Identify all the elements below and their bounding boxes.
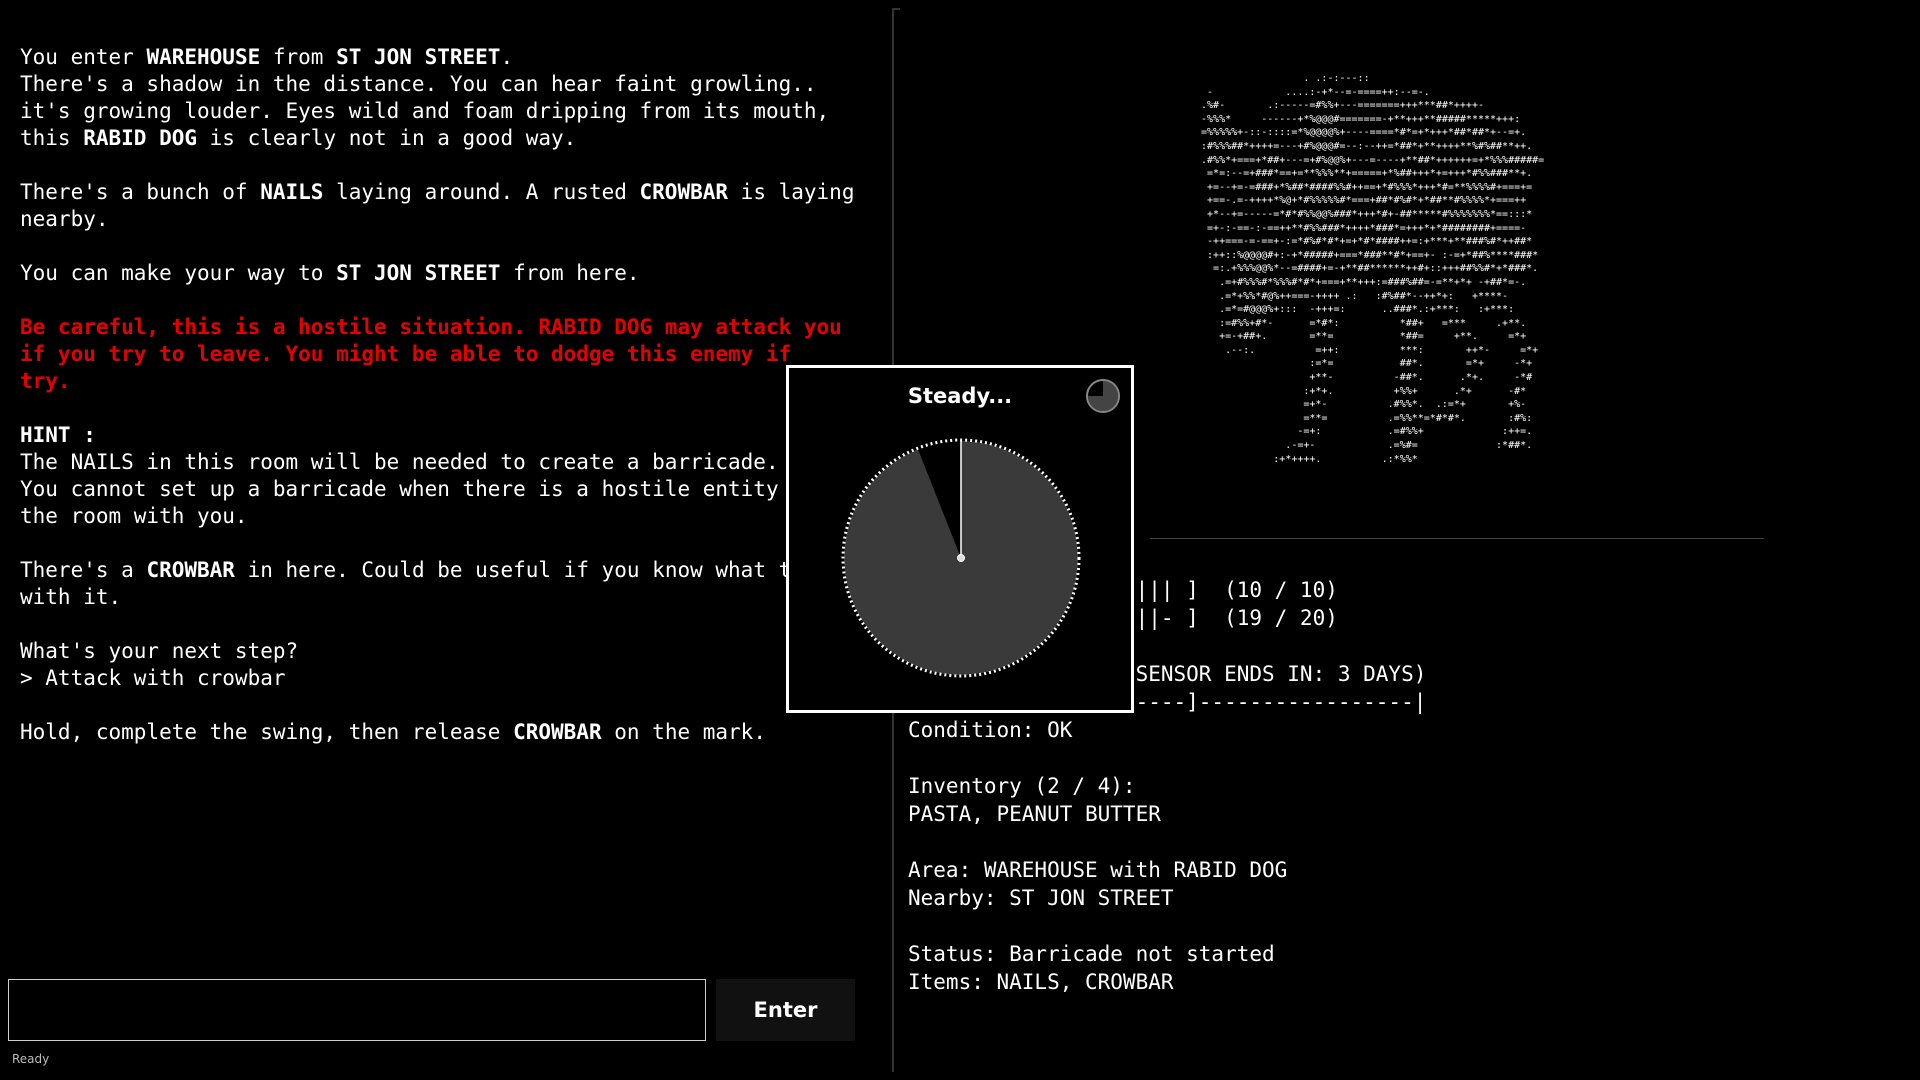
pane-divider-cap [892, 8, 900, 10]
story-text: . [500, 45, 514, 69]
warning-text: Be careful, this is a hostile situation.… [20, 315, 842, 339]
story-line [20, 611, 890, 638]
swing-timing-dialog[interactable]: Steady... [786, 365, 1134, 713]
story-text: You can make your way to [20, 261, 337, 285]
story-line [20, 233, 890, 260]
story-line: What's your next step? [20, 638, 890, 665]
story-text: There's a shadow in the distance. You ca… [20, 72, 817, 96]
story-line: HINT : [20, 422, 890, 449]
stats-line: Condition: OK [908, 718, 1073, 742]
stats-line: Inventory (2 / 4): [908, 774, 1136, 798]
story-line: the room with you. [20, 503, 890, 530]
story-line: it's growing louder. Eyes wild and foam … [20, 98, 890, 125]
story-line: > Attack with crowbar [20, 665, 890, 692]
story-text: this [20, 126, 84, 150]
story-line: You enter WAREHOUSE from ST JON STREET. [20, 44, 890, 71]
rabid-dog-ascii-art: . .:-:---:: - ....:-+*--=-====++:--=-. .… [1201, 73, 1545, 465]
keyword: CROWBAR [146, 558, 235, 582]
keyword: WAREHOUSE [146, 45, 261, 69]
story-line: There's a bunch of NAILS laying around. … [20, 179, 890, 206]
story-text: it's growing louder. Eyes wild and foam … [20, 99, 830, 123]
warning-text: if you try to leave. You might be able t… [20, 342, 792, 366]
story-text: the room with you. [20, 504, 248, 528]
story-text: with it. [20, 585, 122, 609]
story-text: Hold, complete the swing, then release [20, 720, 514, 744]
story-line [20, 152, 890, 179]
story-text: from [260, 45, 337, 69]
story-line: this RABID DOG is clearly not in a good … [20, 125, 890, 152]
story-text: You cannot set up a barricade when there… [20, 477, 817, 501]
story-line [20, 395, 890, 422]
story-line: The NAILS in this room will be needed to… [20, 449, 890, 476]
story-text: from here. [500, 261, 640, 285]
keyword: NAILS [260, 180, 324, 204]
story-text: in here. Could be useful if you know wha… [234, 558, 842, 582]
story-text: is clearly not in a good way. [197, 126, 577, 150]
swing-dial[interactable] [841, 438, 1081, 678]
keyword: ST JON STREET [336, 45, 501, 69]
story-line: if you try to leave. You might be able t… [20, 341, 890, 368]
warning-text: try. [20, 369, 71, 393]
story-text: on the mark. [601, 720, 766, 744]
story-log: You enter WAREHOUSE from ST JON STREET. T… [20, 44, 890, 746]
keyword: CROWBAR [513, 720, 602, 744]
stats-line [908, 912, 1426, 940]
dialog-title: Steady... [907, 384, 1013, 408]
story-line: You can make your way to ST JON STREET f… [20, 260, 890, 287]
stats-line: Area: WAREHOUSE with RABID DOG [908, 858, 1288, 882]
stats-line [908, 828, 1426, 856]
story-text: nearby. [20, 207, 109, 231]
countdown-timer-icon [1086, 379, 1120, 413]
story-text: There's a bunch of [20, 180, 261, 204]
story-line: nearby. [20, 206, 890, 233]
stats-line: Items: NAILS, CROWBAR [908, 970, 1174, 994]
stats-line [908, 744, 1426, 772]
story-line [20, 530, 890, 557]
status-text: Ready [12, 1052, 50, 1066]
keyword: CROWBAR [639, 180, 729, 204]
enter-button[interactable]: Enter [716, 979, 855, 1041]
story-text: is laying [728, 180, 855, 204]
story-line: You cannot set up a barricade when there… [20, 476, 890, 503]
keyword: ST JON STREET [336, 261, 501, 285]
story-text: laying around. A rusted [323, 180, 640, 204]
stats-line: Nearby: ST JON STREET [908, 886, 1174, 910]
story-line: Hold, complete the swing, then release C… [20, 719, 890, 746]
story-line [20, 692, 890, 719]
keyword: HINT : [20, 423, 96, 447]
story-text: You enter [20, 45, 147, 69]
stats-line: Status: Barricade not started [908, 942, 1275, 966]
story-line: try. [20, 368, 890, 395]
story-text: > Attack with crowbar [20, 666, 286, 690]
story-text: The NAILS in this room will be needed to… [20, 450, 779, 474]
story-text: There's a [20, 558, 147, 582]
story-line: Be careful, this is a hostile situation.… [20, 314, 890, 341]
story-line: with it. [20, 584, 890, 611]
story-line: There's a shadow in the distance. You ca… [20, 71, 890, 98]
dial-center [957, 554, 965, 562]
story-line [20, 287, 890, 314]
story-text: What's your next step? [20, 639, 299, 663]
stats-line: PASTA, PEANUT BUTTER [908, 802, 1161, 826]
art-separator [1150, 538, 1764, 539]
countdown-timer-fill [1088, 381, 1118, 411]
keyword: RABID DOG [83, 126, 198, 150]
story-line: There's a CROWBAR in here. Could be usef… [20, 557, 890, 584]
command-input[interactable] [8, 979, 706, 1041]
